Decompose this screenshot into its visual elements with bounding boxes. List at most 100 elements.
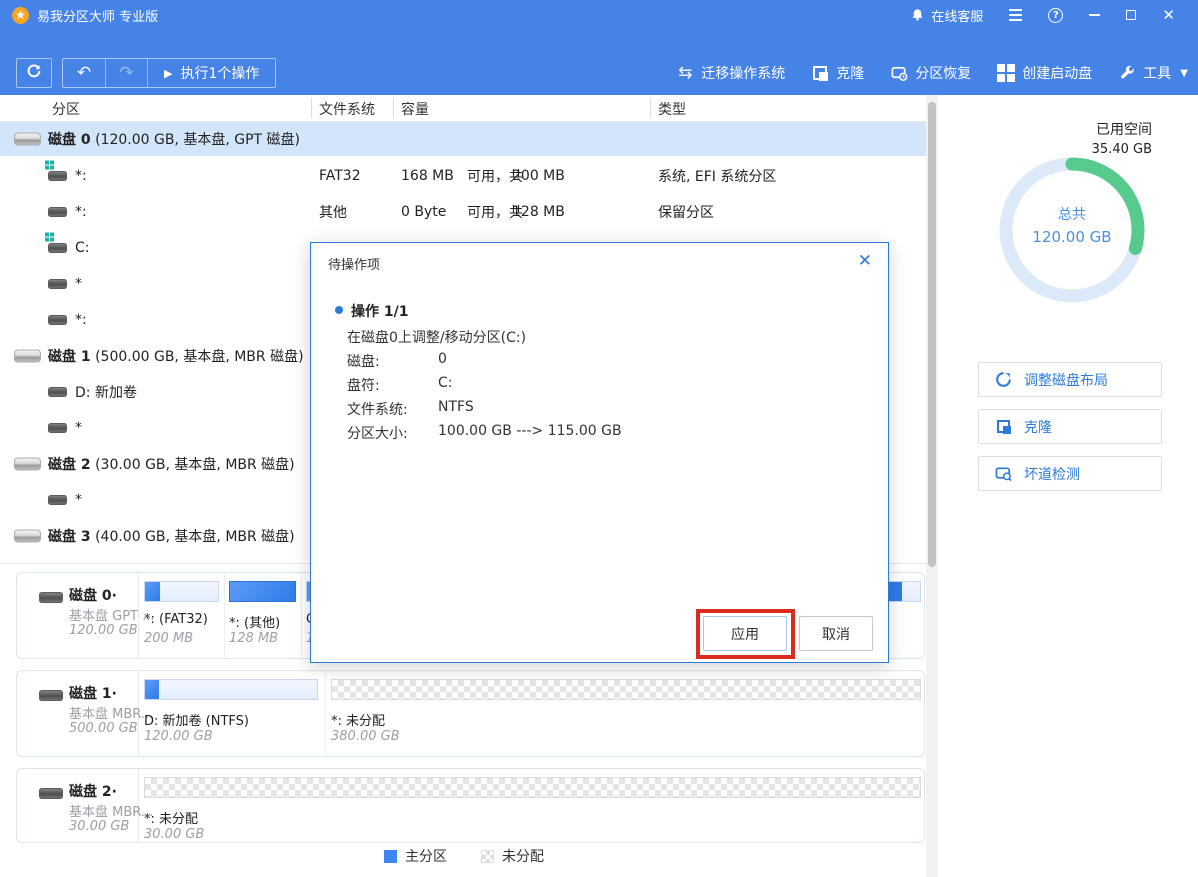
toolbar-partition-recovery[interactable]: 分区恢复 <box>890 63 971 83</box>
toolbar-create-boot-disk[interactable]: 创建启动盘 <box>997 63 1092 83</box>
partition-icon <box>48 171 67 181</box>
right-panel: 已用空间 35.40 GB 总共 120.00 GB 调整磁盘布局 克隆 坏道检… <box>938 95 1198 877</box>
partition-bar-unallocated <box>331 679 921 700</box>
operation-bullet <box>335 306 343 314</box>
legend: 主分区 未分配 <box>0 846 928 866</box>
dialog-close-icon[interactable]: ✕ <box>858 251 872 271</box>
partition-block[interactable]: *: (FAT32) 200 MB <box>144 573 219 658</box>
execute-operations-button[interactable]: ▶ 执行1个操作 <box>147 59 275 87</box>
clone-icon <box>995 418 1012 435</box>
disk-icon <box>14 133 41 146</box>
partition-icon <box>48 279 67 289</box>
red-highlight-annotation <box>696 609 795 659</box>
disk-icon <box>39 690 63 701</box>
close-button[interactable]: ✕ <box>1153 0 1184 30</box>
online-service-label: 在线客服 <box>931 6 983 25</box>
windows-badge-icon <box>45 161 54 170</box>
refresh-icon <box>26 63 42 83</box>
edit-group: ↶ ↷ ▶ 执行1个操作 <box>62 58 276 88</box>
disk-usage-donut: 总共 120.00 GB <box>994 152 1150 308</box>
field-value: 100.00 GB ---> 115.00 GB <box>438 423 622 439</box>
windows-badge-icon <box>45 233 54 242</box>
help-button[interactable]: ? <box>1039 0 1072 30</box>
toolbar-clone[interactable]: 克隆 <box>811 63 864 83</box>
partition-block[interactable]: *: 未分配 30.00 GB <box>144 769 921 842</box>
app-logo-icon: ★ <box>12 7 29 24</box>
disk-icon <box>39 788 63 799</box>
scrollbar-thumb[interactable] <box>928 102 936 567</box>
field-value: 0 <box>438 351 447 367</box>
field-label: 磁盘: <box>347 351 380 371</box>
field-label: 文件系统: <box>347 399 408 419</box>
disk-icon <box>14 530 41 543</box>
online-service-button[interactable]: 在线客服 <box>899 0 992 30</box>
field-value: C: <box>438 375 453 391</box>
execute-label: 执行1个操作 <box>180 63 259 83</box>
field-label: 盘符: <box>347 375 380 395</box>
bell-icon <box>908 6 926 24</box>
partition-icon <box>48 315 67 325</box>
legend-unallocated: 未分配 <box>481 846 544 866</box>
cancel-button[interactable]: 取消 <box>799 616 873 651</box>
field-label: 分区大小: <box>347 423 408 443</box>
table-row-disk0[interactable]: 磁盘 0 (120.00 GB, 基本盘, GPT 磁盘) <box>0 122 928 156</box>
maximize-button[interactable] <box>1117 0 1145 30</box>
donut-center-label: 总共 120.00 GB <box>994 204 1150 246</box>
table-row-partition[interactable]: *: 其他 0 Byte 可用，共 128 MB 保留分区 <box>0 194 928 230</box>
pending-operations-dialog: 待操作项 ✕ 操作 1/1 在磁盘0上调整/移动分区(C:) 磁盘: 0 盘符:… <box>310 242 889 663</box>
toolbar-migrate-os[interactable]: ⇆ 迁移操作系统 <box>676 63 785 83</box>
undo-icon: ↶ <box>77 63 91 83</box>
partition-bar <box>229 581 296 602</box>
migrate-os-icon: ⇆ <box>676 64 694 82</box>
legend-primary: 主分区 <box>384 846 447 866</box>
toolbar-tools[interactable]: 工具 ▼ <box>1118 63 1188 83</box>
partition-icon <box>48 495 67 505</box>
list-icon <box>1009 9 1022 21</box>
partition-recovery-icon <box>890 64 908 82</box>
partition-icon <box>48 387 67 397</box>
help-icon: ? <box>1048 8 1063 23</box>
bad-sector-icon <box>995 465 1012 482</box>
partition-block[interactable]: D: 新加卷 (NTFS) 120.00 GB <box>144 671 318 756</box>
field-value: NTFS <box>438 399 474 415</box>
dialog-title: 待操作项 <box>328 254 380 273</box>
partition-bar <box>144 581 219 602</box>
adjust-disk-layout-button[interactable]: 调整磁盘布局 <box>978 362 1162 397</box>
partition-block[interactable]: *: (其他) 128 MB <box>229 573 296 658</box>
col-filesystem: 文件系统 <box>319 99 375 119</box>
partition-bar-unallocated <box>144 777 921 798</box>
clone-button[interactable]: 克隆 <box>978 409 1162 444</box>
clone-icon <box>811 64 829 82</box>
bad-sector-check-button[interactable]: 坏道检测 <box>978 456 1162 491</box>
wrench-icon <box>1118 64 1136 82</box>
adjust-layout-icon <box>995 371 1012 388</box>
minimize-icon <box>1089 14 1100 16</box>
col-partition: 分区 <box>52 99 80 119</box>
partition-icon <box>48 207 67 217</box>
app-title: 易我分区大师 专业版 <box>37 6 158 25</box>
undo-button[interactable]: ↶ <box>63 59 105 87</box>
primary-partition-swatch <box>384 850 397 863</box>
vertical-scrollbar[interactable] <box>926 95 938 877</box>
col-type: 类型 <box>658 99 686 119</box>
redo-button[interactable]: ↷ <box>105 59 147 87</box>
table-row-partition[interactable]: *: FAT32 168 MB 可用，共 200 MB 系统, EFI 系统分区 <box>0 158 928 194</box>
windows-icon <box>997 64 1015 82</box>
close-icon: ✕ <box>1162 8 1175 23</box>
unallocated-swatch <box>481 850 494 863</box>
operation-list-button[interactable] <box>1000 0 1031 30</box>
partition-icon <box>48 423 67 433</box>
disk-map-card-1[interactable]: 磁盘 1· 基本盘 MBR... 500.00 GB D: 新加卷 (NTFS)… <box>16 670 925 757</box>
refresh-button[interactable] <box>16 58 52 88</box>
toolbar: ↶ ↷ ▶ 执行1个操作 ⇆ 迁移操作系统 克隆 分区恢复 创建启动盘 <box>0 30 1198 95</box>
minimize-button[interactable] <box>1080 0 1109 30</box>
disk-icon <box>14 458 41 471</box>
disk-icon <box>14 350 41 363</box>
disk-map-card-2[interactable]: 磁盘 2· 基本盘 MBR... 30.00 GB *: 未分配 30.00 G… <box>16 768 925 843</box>
disk-icon <box>39 592 63 603</box>
partition-block[interactable]: *: 未分配 380.00 GB <box>331 671 921 756</box>
redo-icon: ↷ <box>119 63 133 83</box>
chevron-down-icon: ▼ <box>1180 68 1188 79</box>
operation-header: 操作 1/1 <box>351 301 408 321</box>
partition-icon <box>48 243 67 253</box>
